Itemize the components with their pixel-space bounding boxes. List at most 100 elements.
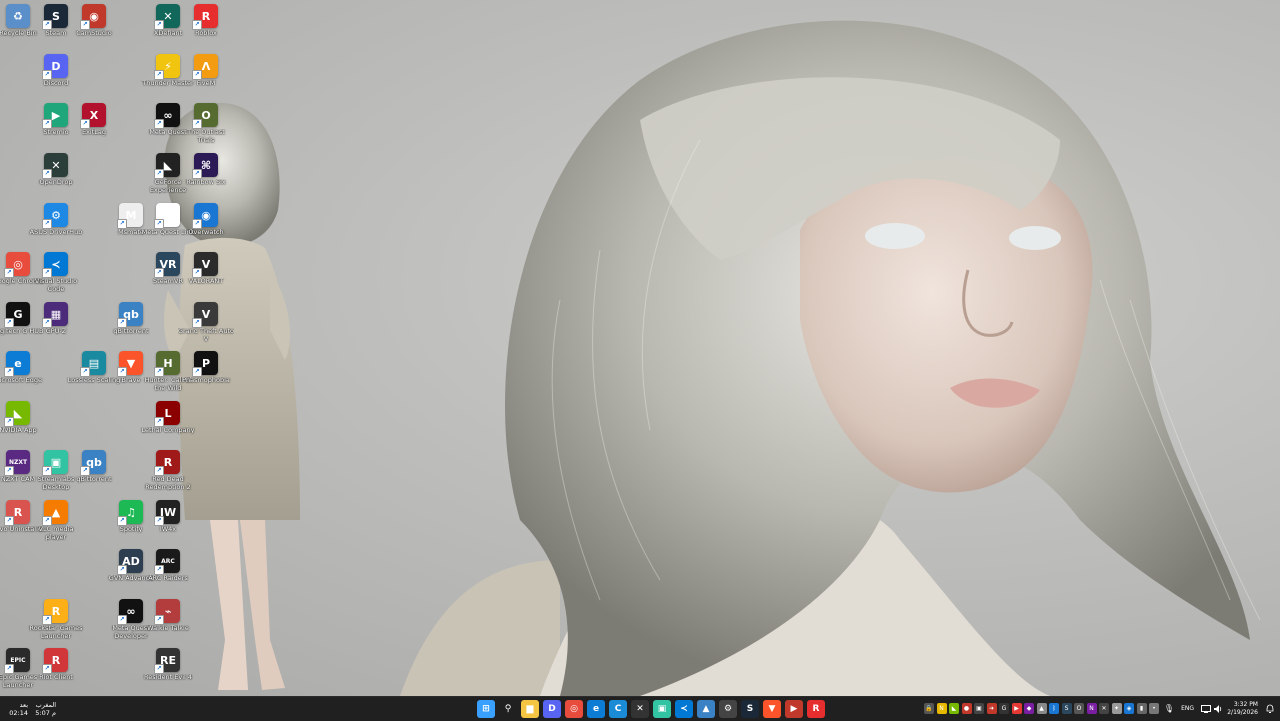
desktop-icon[interactable]: ⚙ ↗ ASUS DriverHub: [28, 203, 84, 253]
shortcut-arrow-icon: ↗: [192, 318, 202, 328]
tray-overwolf-icon[interactable]: O: [1074, 703, 1084, 714]
tray-lock-icon[interactable]: 🔒: [924, 703, 934, 714]
taskbar-media-icon[interactable]: ▶: [785, 700, 803, 718]
tray-app-4-icon[interactable]: ▮: [1136, 703, 1147, 714]
left-clock-time: 02:14: [9, 709, 28, 717]
shortcut-arrow-icon: ↗: [42, 516, 52, 526]
tray-onenote-icon[interactable]: N: [1086, 703, 1097, 714]
desktop-icon[interactable]: ◣ ↗ NVIDIA App: [0, 401, 46, 451]
tray-xbox-tray-icon[interactable]: ✕: [1099, 703, 1109, 714]
shortcut-arrow-icon: ↗: [154, 615, 164, 625]
tray-cpu-icon[interactable]: ▣: [974, 703, 984, 714]
language-indicator[interactable]: ENG: [1180, 705, 1194, 713]
taskbar-photos-icon[interactable]: ▲: [697, 700, 715, 718]
desktop-app-icon: L ↗: [154, 401, 180, 427]
desktop-icon[interactable]: ARC ↗ ARC Raiders: [140, 549, 196, 599]
taskbar-xbox-app-icon[interactable]: ✕: [631, 700, 649, 718]
taskbar-vscode-icon[interactable]: ≺: [675, 700, 693, 718]
desktop-icon[interactable]: IW ↗ IW4x: [140, 500, 196, 550]
desktop-icon-label: OpenDrop: [39, 179, 73, 186]
shortcut-arrow-icon: ↗: [4, 268, 14, 278]
taskbar-edge-icon[interactable]: e: [587, 700, 605, 718]
desktop-app-icon: ∞ ↗: [154, 203, 180, 229]
taskbar-discord-icon[interactable]: D: [543, 700, 561, 718]
desktop-app-icon: X ↗: [80, 103, 106, 129]
tray-dropbox-icon[interactable]: ◈: [1124, 703, 1134, 714]
desktop-app-icon: ▲ ↗: [42, 500, 68, 526]
desktop-app-icon: ⌁ ↗: [154, 599, 180, 625]
desktop-icon[interactable]: R ↗ Rockstar Games Launcher: [28, 599, 84, 649]
left-clock-day: بعد: [19, 701, 28, 709]
desktop-app-icon: ◣ ↗: [154, 153, 180, 179]
shortcut-arrow-icon: ↗: [192, 268, 202, 278]
desktop-icon[interactable]: e↗Microsoft Edge: [0, 351, 46, 401]
tray-app-5-icon[interactable]: •: [1149, 703, 1159, 714]
desktop-icon[interactable]: X ↗ ExitLag: [66, 103, 122, 153]
desktop-icon[interactable]: L ↗ Lethal Company: [140, 401, 196, 451]
desktop-icon-label: ARC Raiders: [148, 575, 188, 582]
tray-record-icon[interactable]: ●: [961, 703, 972, 714]
desktop-icon[interactable]: qb ↗ qBittorrent: [103, 302, 159, 352]
desktop-icon[interactable]: Λ ↗ FiveM: [178, 54, 234, 104]
desktop-icon[interactable]: ⌘ ↗ Rainbow Six: [178, 153, 234, 203]
desktop-icon[interactable]: D ↗ Discord: [28, 54, 84, 104]
taskbar-start-icon[interactable]: ⊞: [477, 700, 495, 718]
desktop-icon[interactable]: O ↗ The Outlast Trials: [178, 103, 234, 153]
shortcut-arrow-icon: ↗: [4, 516, 14, 526]
notification-icon[interactable]: [1265, 703, 1275, 714]
desktop-icon-label: Overwatch: [188, 229, 224, 236]
taskbar-left-clock: بعد 02:14: [6, 701, 28, 717]
desktop-icon[interactable]: V ↗ VALORANT: [178, 252, 234, 302]
desktop-icon[interactable]: R ↗ Red Dead Redemption 2: [140, 450, 196, 500]
desktop-icon[interactable]: P ↗ Phasmophobia: [178, 351, 234, 401]
shortcut-arrow-icon: ↗: [42, 70, 52, 80]
shortcut-arrow-icon: ↗: [117, 615, 127, 625]
tray-logitech-icon[interactable]: G: [999, 703, 1009, 714]
wifi-icon[interactable]: [1201, 703, 1211, 714]
taskbar-steam-icon[interactable]: S: [741, 700, 759, 718]
shortcut-arrow-icon: ↗: [80, 20, 90, 30]
taskbar-prayer-widget[interactable]: المغرب 5:07 م: [32, 701, 56, 717]
tray-norton-icon[interactable]: N: [936, 703, 947, 714]
system-clock[interactable]: 3:32 PM 2/19/2026: [1224, 701, 1258, 717]
desktop-icon[interactable]: ▲ ↗ VLC media player: [28, 500, 84, 550]
desktop-icon[interactable]: R ↗ Roblox: [178, 4, 234, 54]
taskbar-settings-icon[interactable]: ⚙: [719, 700, 737, 718]
desktop-app-icon: ♻: [6, 4, 30, 28]
tray-app-2-icon[interactable]: ▲: [1036, 703, 1047, 714]
tray-nvidia-icon[interactable]: ◣: [949, 703, 959, 714]
desktop-icon[interactable]: qb ↗ qBittorrent: [66, 450, 122, 500]
volume-icon[interactable]: [1213, 703, 1223, 714]
tray-youtube-icon[interactable]: ▶: [1011, 703, 1022, 714]
tray-app-1-icon[interactable]: ◆: [1024, 703, 1034, 714]
desktop-icon-label: Lethal Company: [141, 427, 195, 434]
desktop-icon[interactable]: ◉ ↗ CamStudio: [66, 4, 122, 54]
microphone-icon[interactable]: 🎙: [1164, 703, 1174, 714]
desktop-icon[interactable]: ≺ ↗ Visual Studio Code: [28, 252, 84, 302]
tray-app-3-icon[interactable]: ✦: [1111, 703, 1122, 714]
taskbar-cleanmaster-icon[interactable]: C: [609, 700, 627, 718]
desktop-icon[interactable]: ◉ ↗ Overwatch: [178, 203, 234, 253]
desktop-icon[interactable]: ✕ ↗ OpenDrop: [28, 153, 84, 203]
desktop-app-icon: ⌘ ↗: [192, 153, 218, 179]
desktop-icon[interactable]: ▦ ↗ GPU-Z: [28, 302, 84, 352]
tray-bluetooth-icon[interactable]: ᛒ: [1049, 703, 1059, 714]
desktop-app-icon: ✕ ↗: [42, 153, 68, 179]
shortcut-arrow-icon: ↗: [154, 367, 164, 377]
shortcut-arrow-icon: ↗: [117, 219, 127, 229]
shortcut-arrow-icon: ↗: [42, 219, 52, 229]
desktop-icon-label: ASUS DriverHub: [29, 229, 83, 236]
taskbar-search-icon[interactable]: ⚲: [499, 700, 517, 718]
desktop-icon[interactable]: ⌁ ↗ Walkie Talkie: [140, 599, 196, 649]
taskbar-roblox-icon[interactable]: R: [807, 700, 825, 718]
desktop-icon[interactable]: R ↗ Riot Client: [28, 648, 84, 698]
desktop-icon[interactable]: RE ↗ Resident Evil 4: [140, 648, 196, 698]
tray-steam-tray-icon[interactable]: S: [1061, 703, 1072, 714]
taskbar-brave-icon[interactable]: ▼: [763, 700, 781, 718]
taskbar-chrome-icon[interactable]: ◎: [565, 700, 583, 718]
taskbar-file-explorer-icon[interactable]: ▆: [521, 700, 539, 718]
desktop-icon[interactable]: V ↗ Grand Theft Auto V: [178, 302, 234, 352]
shortcut-arrow-icon: ↗: [154, 664, 164, 674]
tray-arrow-icon[interactable]: ➜: [986, 703, 997, 714]
taskbar-streamlabs-icon[interactable]: ▣: [653, 700, 671, 718]
